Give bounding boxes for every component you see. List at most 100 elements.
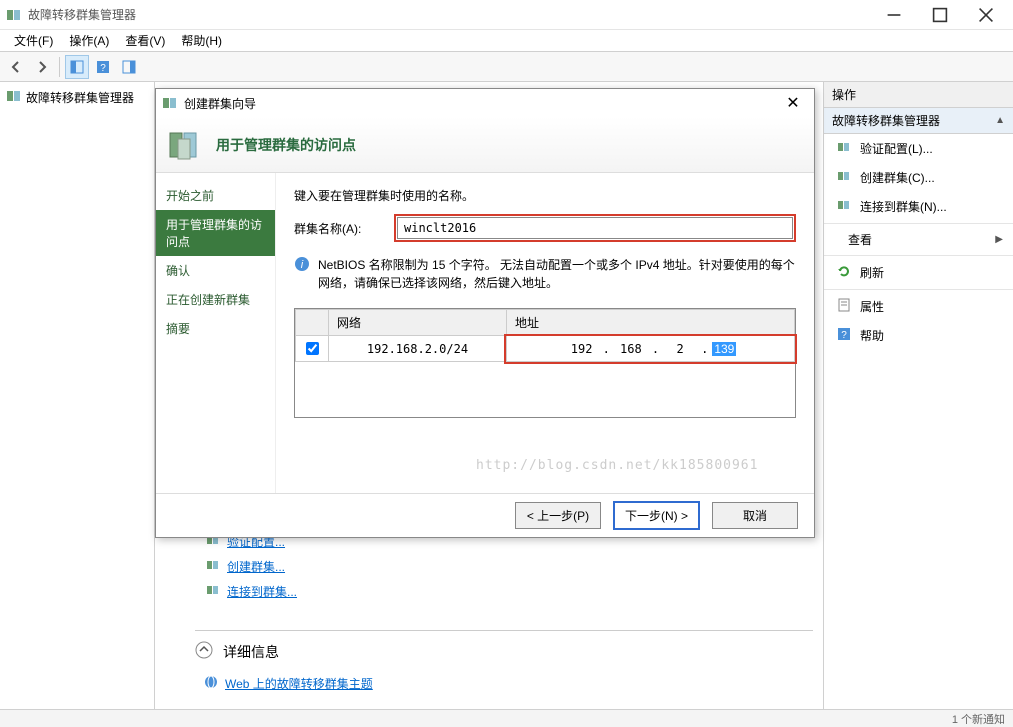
link-connect-label: 连接到群集... <box>227 583 297 600</box>
ip-octet-2[interactable] <box>614 341 648 357</box>
validate-icon <box>836 139 852 158</box>
actions-pane: 操作 故障转移群集管理器 ▲ 验证配置(L)... 创建群集(C)... 连接到… <box>823 82 1013 709</box>
divider <box>824 289 1013 290</box>
close-button[interactable] <box>963 0 1009 30</box>
app-icon <box>6 7 22 23</box>
divider <box>824 255 1013 256</box>
wizard-nav: 开始之前 用于管理群集的访问点 确认 正在创建新群集 摘要 <box>156 173 276 493</box>
status-bar: 1 个新通知 <box>0 709 1013 727</box>
next-button[interactable]: 下一步(N) > <box>613 501 700 530</box>
link-connect-cluster[interactable]: 连接到群集... <box>205 582 297 601</box>
link-create-label: 创建群集... <box>227 558 285 575</box>
ip-octet-4[interactable]: 139 <box>712 342 736 356</box>
menu-action[interactable]: 操作(A) <box>61 30 117 51</box>
cancel-button[interactable]: 取消 <box>712 502 798 529</box>
action-view[interactable]: 查看 ▶ <box>824 226 1013 253</box>
action-validate-label: 验证配置(L)... <box>860 140 933 157</box>
nav-forward-button[interactable] <box>30 55 54 79</box>
wizard-icon <box>162 95 178 111</box>
wiz-step-creating[interactable]: 正在创建新群集 <box>156 285 275 314</box>
detail-title: 详细信息 <box>223 642 279 662</box>
col-check <box>296 310 329 336</box>
address-cell: . . . 139 <box>506 336 794 362</box>
network-row-checkbox[interactable] <box>306 342 319 355</box>
nav-back-button[interactable] <box>4 55 28 79</box>
watermark-text: http://blog.csdn.net/kk185800961 <box>476 458 758 473</box>
table-row: 192.168.2.0/24 . . . 139 <box>296 336 795 362</box>
detail-section: 详细信息 Web 上的故障转移群集主题 <box>195 630 813 693</box>
refresh-icon <box>836 263 852 282</box>
info-icon: i <box>294 256 310 272</box>
dialog-body: 开始之前 用于管理群集的访问点 确认 正在创建新群集 摘要 键入要在管理群集时使… <box>156 173 814 493</box>
tree-root-label: 故障转移群集管理器 <box>26 89 134 106</box>
toolbar: ? <box>0 52 1013 82</box>
actions-group-title: 故障转移群集管理器 ▲ <box>824 108 1013 134</box>
ip-octet-1[interactable] <box>565 341 599 357</box>
header-icon <box>166 125 206 165</box>
action-refresh[interactable]: 刷新 <box>824 258 1013 287</box>
create-icon <box>836 168 852 187</box>
action-create[interactable]: 创建群集(C)... <box>824 163 1013 192</box>
menu-file[interactable]: 文件(F) <box>6 30 61 51</box>
action-connect[interactable]: 连接到群集(N)... <box>824 192 1013 221</box>
action-help[interactable]: ? 帮助 <box>824 321 1013 350</box>
web-icon <box>203 674 219 693</box>
toolbar-pane2-button[interactable] <box>117 55 141 79</box>
network-table-container: 网络 地址 192.168.2.0/24 . . <box>294 308 796 418</box>
detail-link-row: Web 上的故障转移群集主题 <box>203 674 813 693</box>
minimize-button[interactable] <box>871 0 917 30</box>
status-notify[interactable]: 1 个新通知 <box>952 711 1005 727</box>
wizard-content: 键入要在管理群集时使用的名称。 群集名称(A): i NetBIOS 名称限制为… <box>276 173 814 493</box>
svg-text:?: ? <box>841 330 847 341</box>
ip-octet-3[interactable] <box>663 341 697 357</box>
wiz-step-access-point[interactable]: 用于管理群集的访问点 <box>156 210 275 256</box>
toolbar-pane1-button[interactable] <box>65 55 89 79</box>
instruction-text: 键入要在管理群集时使用的名称。 <box>294 187 796 204</box>
action-properties[interactable]: 属性 <box>824 292 1013 321</box>
col-address-header: 地址 <box>506 310 794 336</box>
help-icon: ? <box>836 326 852 345</box>
dialog-footer: < 上一步(P) 下一步(N) > 取消 <box>156 493 814 537</box>
detail-header[interactable]: 详细信息 <box>195 641 813 662</box>
maximize-button[interactable] <box>917 0 963 30</box>
toolbar-help-button[interactable]: ? <box>91 55 115 79</box>
submenu-chevron-icon: ▶ <box>995 234 1003 245</box>
link-create-cluster[interactable]: 创建群集... <box>205 557 297 576</box>
create-cluster-wizard-dialog: 创建群集向导 ✕ 用于管理群集的访问点 开始之前 用于管理群集的访问点 确认 正… <box>155 88 815 538</box>
web-topic-link[interactable]: Web 上的故障转移群集主题 <box>225 675 373 692</box>
actions-header: 操作 <box>824 82 1013 108</box>
network-cidr-cell: 192.168.2.0/24 <box>329 336 507 362</box>
col-network-header: 网络 <box>329 310 507 336</box>
content-links: 验证配置... 创建群集... 连接到群集... <box>205 532 297 601</box>
window-title: 故障转移群集管理器 <box>28 6 871 23</box>
dialog-header-title: 用于管理群集的访问点 <box>216 135 356 155</box>
dialog-title-text: 创建群集向导 <box>184 95 778 112</box>
create-icon <box>205 557 221 576</box>
menubar: 文件(F) 操作(A) 查看(V) 帮助(H) <box>0 30 1013 52</box>
dialog-titlebar: 创建群集向导 ✕ <box>156 89 814 117</box>
wiz-step-before[interactable]: 开始之前 <box>156 181 275 210</box>
dialog-close-button[interactable]: ✕ <box>778 91 808 115</box>
dialog-header: 用于管理群集的访问点 <box>156 117 814 173</box>
collapse-icon <box>195 641 213 662</box>
action-validate[interactable]: 验证配置(L)... <box>824 134 1013 163</box>
cluster-name-input[interactable] <box>397 217 793 239</box>
action-view-label: 查看 <box>848 231 872 248</box>
prev-button[interactable]: < 上一步(P) <box>515 502 601 529</box>
window-titlebar: 故障转移群集管理器 <box>0 0 1013 30</box>
action-help-label: 帮助 <box>860 327 884 344</box>
action-refresh-label: 刷新 <box>860 264 884 281</box>
netbios-info-text: NetBIOS 名称限制为 15 个字符。 无法自动配置一个或多个 IPv4 地… <box>318 256 796 292</box>
menu-view[interactable]: 查看(V) <box>117 30 173 51</box>
wiz-step-summary[interactable]: 摘要 <box>156 314 275 343</box>
wiz-step-confirm[interactable]: 确认 <box>156 256 275 285</box>
actions-group-label: 故障转移群集管理器 <box>832 112 940 129</box>
menu-help[interactable]: 帮助(H) <box>173 30 230 51</box>
collapse-chevron-icon[interactable]: ▲ <box>995 115 1005 126</box>
cluster-name-label: 群集名称(A): <box>294 220 384 237</box>
divider <box>824 223 1013 224</box>
cluster-name-row: 群集名称(A): <box>294 214 796 242</box>
tree-root-item[interactable]: 故障转移群集管理器 <box>4 86 150 109</box>
properties-icon <box>836 297 852 316</box>
netbios-info-row: i NetBIOS 名称限制为 15 个字符。 无法自动配置一个或多个 IPv4… <box>294 256 796 292</box>
